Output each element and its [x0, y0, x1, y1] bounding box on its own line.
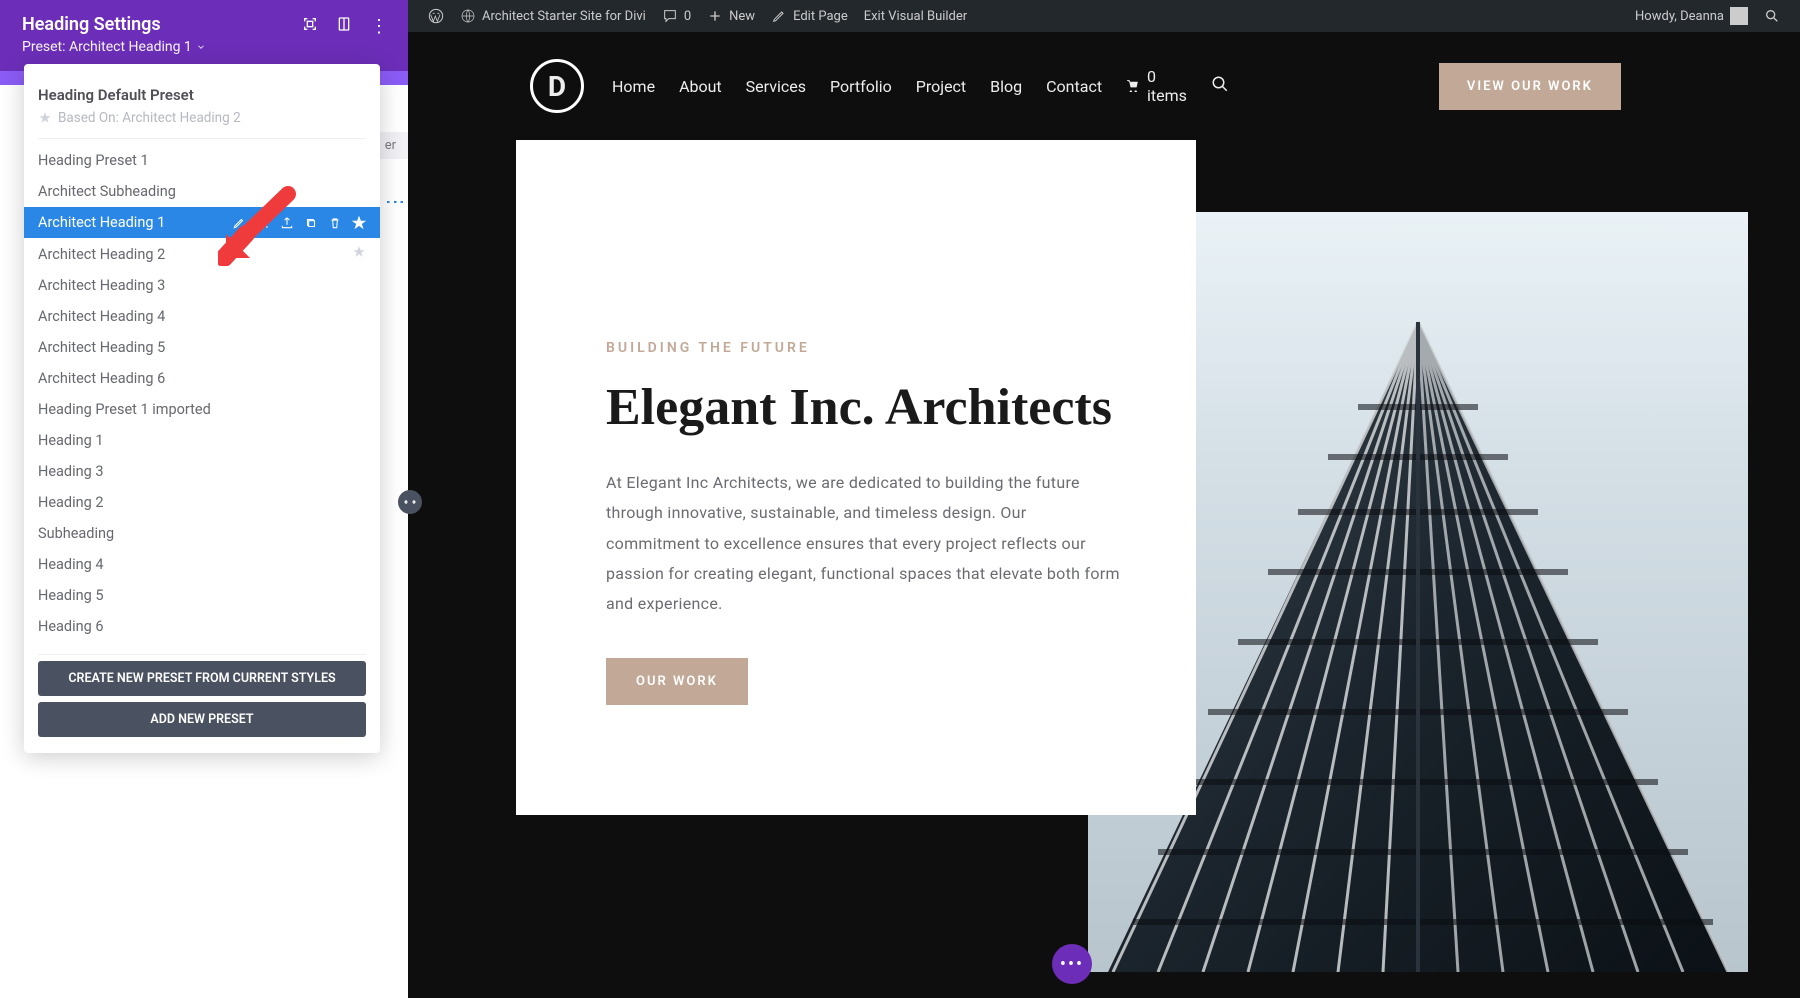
based-on-label: Based On: Architect Heading 2 — [38, 110, 366, 139]
header-cta-button[interactable]: VIEW OUR WORK — [1439, 63, 1621, 110]
preset-item-label: Heading 1 — [38, 432, 104, 449]
edit-page-label: Edit Page — [793, 9, 848, 24]
preset-item[interactable]: Heading Preset 1 imported — [24, 394, 380, 425]
preset-item-label: Subheading — [38, 525, 114, 542]
comment-icon — [662, 8, 678, 24]
snap-icon[interactable] — [302, 16, 318, 37]
duplicate-icon[interactable] — [304, 216, 318, 230]
preset-item-label: Heading 6 — [38, 618, 104, 635]
preset-item[interactable]: Architect Heading 1 — [24, 207, 380, 238]
preset-item-label: Architect Heading 2 — [38, 246, 165, 263]
hero-section: BUILDING THE FUTURE Elegant Inc. Archite… — [408, 140, 1800, 815]
preset-item[interactable]: Architect Heading 4 — [24, 301, 380, 332]
preset-item-label: Architect Subheading — [38, 183, 176, 200]
module-more-icon[interactable]: ⋮ — [386, 192, 406, 210]
hero-cta-button[interactable]: OUR WORK — [606, 658, 748, 705]
preset-dropdown: Heading Default Preset Based On: Archite… — [24, 64, 380, 753]
trash-icon[interactable] — [328, 216, 342, 230]
cart-count: 0 items — [1147, 67, 1187, 105]
avatar — [1730, 7, 1748, 25]
preset-item[interactable]: Heading 4 — [24, 549, 380, 580]
preset-item[interactable]: Subheading — [24, 518, 380, 549]
admin-search-button[interactable] — [1756, 8, 1788, 24]
chevron-down-icon — [196, 42, 206, 52]
preset-item-label: Heading 2 — [38, 494, 104, 511]
hero-title: Elegant Inc. Architects — [606, 378, 1124, 438]
howdy-label: Howdy, Deanna — [1635, 9, 1724, 24]
plus-icon — [707, 8, 723, 24]
default-star-icon[interactable] — [352, 245, 366, 263]
site-name-label: Architect Starter Site for Divi — [482, 9, 646, 24]
exit-vb-link[interactable]: Exit Visual Builder — [856, 9, 975, 24]
preset-item-label: Architect Heading 3 — [38, 277, 165, 294]
nav-services[interactable]: Services — [746, 77, 806, 96]
nav-project[interactable]: Project — [916, 77, 966, 96]
wordpress-icon — [428, 8, 444, 24]
preset-item[interactable]: Heading 1 — [24, 425, 380, 456]
wp-admin-bar: Architect Starter Site for Divi 0 New Ed… — [408, 0, 1800, 32]
preset-item[interactable]: Architect Subheading — [24, 176, 380, 207]
nav-search-button[interactable] — [1211, 75, 1229, 97]
add-preset-button[interactable]: ADD NEW PRESET — [38, 702, 366, 737]
preset-item-label: Architect Heading 1 — [38, 214, 165, 231]
preset-item[interactable]: Heading 5 — [24, 580, 380, 611]
panel-header: Heading Settings ⋮ Preset: Architect Hea… — [0, 0, 408, 71]
edit-page-link[interactable]: Edit Page — [763, 8, 856, 24]
preset-item[interactable]: Architect Heading 3 — [24, 270, 380, 301]
star-icon — [38, 111, 52, 125]
home-icon — [460, 8, 476, 24]
site-name-menu[interactable]: Architect Starter Site for Divi — [452, 8, 654, 24]
wp-logo-menu[interactable] — [420, 8, 452, 24]
howdy-menu[interactable]: Howdy, Deanna — [1627, 7, 1756, 25]
new-content-menu[interactable]: New — [699, 8, 763, 24]
nav-blog[interactable]: Blog — [990, 77, 1022, 96]
resize-icon — [403, 495, 417, 509]
builder-fab-button[interactable]: ••• — [1052, 944, 1092, 984]
nav-about[interactable]: About — [679, 77, 722, 96]
comments-count: 0 — [684, 9, 691, 24]
nav-home[interactable]: Home — [612, 77, 655, 96]
create-preset-button[interactable]: CREATE NEW PRESET FROM CURRENT STYLES — [38, 661, 366, 696]
device-preview-icon[interactable] — [336, 16, 352, 37]
preset-item[interactable]: Architect Heading 2 — [24, 238, 380, 270]
star-icon[interactable] — [352, 216, 366, 230]
search-icon — [1764, 8, 1780, 24]
more-menu-icon[interactable]: ⋮ — [370, 16, 388, 37]
preset-item-label: Architect Heading 4 — [38, 308, 165, 325]
cart-icon — [1126, 80, 1139, 93]
preset-item-label: Heading 3 — [38, 463, 104, 480]
nav-portfolio[interactable]: Portfolio — [830, 77, 892, 96]
export-icon[interactable] — [280, 216, 294, 230]
preset-item[interactable]: Heading 3 — [24, 456, 380, 487]
hero-card: BUILDING THE FUTURE Elegant Inc. Archite… — [516, 140, 1196, 815]
pencil-icon — [771, 8, 787, 24]
site-header: D Home About Services Portfolio Project … — [408, 32, 1800, 140]
main-nav: Home About Services Portfolio Project Bl… — [612, 67, 1229, 105]
gear-icon[interactable] — [256, 216, 270, 230]
preset-item[interactable]: Architect Heading 5 — [24, 332, 380, 363]
hero-subheading: BUILDING THE FUTURE — [606, 340, 1124, 356]
new-label: New — [729, 9, 755, 24]
preset-item-label: Heading 5 — [38, 587, 104, 604]
preset-item[interactable]: Heading Preset 1 — [24, 145, 380, 176]
preset-item-label: Architect Heading 6 — [38, 370, 165, 387]
preset-item[interactable]: Heading 6 — [24, 611, 380, 642]
panel-resize-handle[interactable] — [398, 490, 422, 514]
edit-icon[interactable] — [232, 216, 246, 230]
nav-contact[interactable]: Contact — [1046, 77, 1102, 96]
preset-item[interactable]: Heading 2 — [24, 487, 380, 518]
preset-item-label: Heading Preset 1 imported — [38, 401, 211, 418]
hero-text: At Elegant Inc Architects, we are dedica… — [606, 468, 1124, 620]
default-preset-item[interactable]: Heading Default Preset — [38, 80, 366, 110]
preset-item-label: Heading Preset 1 — [38, 152, 149, 169]
preset-selector[interactable]: Preset: Architect Heading 1 — [22, 35, 386, 65]
comments-menu[interactable]: 0 — [654, 8, 699, 24]
search-icon — [1211, 75, 1229, 93]
preset-item-label: Heading 4 — [38, 556, 104, 573]
cart-link[interactable]: 0 items — [1126, 67, 1187, 105]
preset-item-label: Architect Heading 5 — [38, 339, 165, 356]
site-logo[interactable]: D — [530, 59, 584, 113]
preset-item[interactable]: Architect Heading 6 — [24, 363, 380, 394]
